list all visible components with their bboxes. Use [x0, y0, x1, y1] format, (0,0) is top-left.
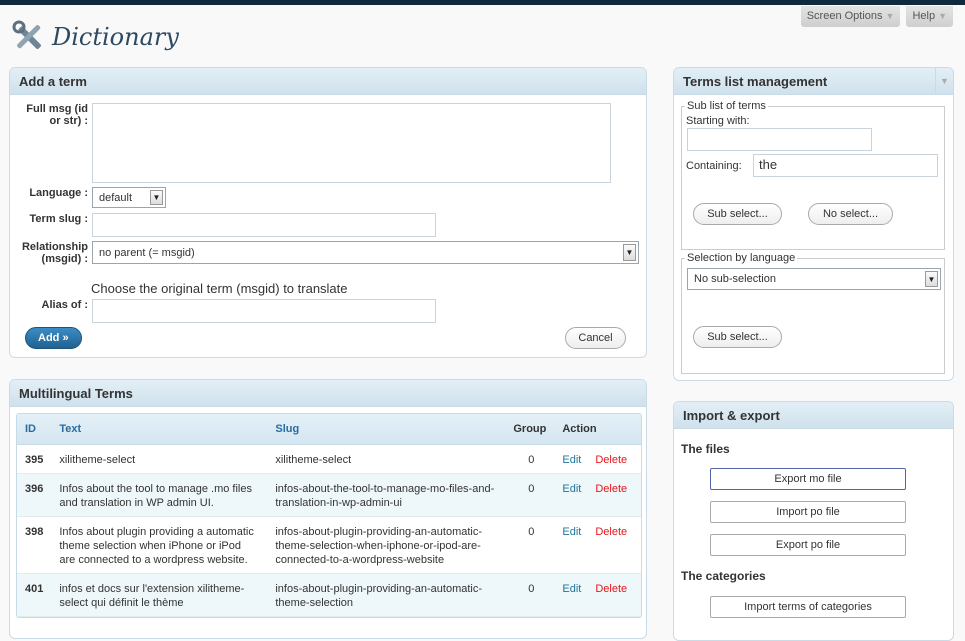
table-row: 398 Infos about plugin providing a autom…	[17, 516, 641, 574]
alias-of-input[interactable]	[92, 299, 436, 323]
relationship-hint: Choose the original term (msgid) to tran…	[91, 281, 348, 296]
chevron-down-icon: ▼	[938, 11, 947, 21]
table-header-row: ID Text Slug Group Action	[17, 414, 641, 445]
chevron-down-icon: ▼	[623, 244, 636, 261]
terms-table: ID Text Slug Group Action 395 xilitheme-…	[17, 414, 641, 617]
screen-options-button[interactable]: Screen Options ▼	[800, 6, 901, 27]
row-text: xilitheme-select	[51, 444, 268, 474]
selection-by-language-fieldset: Selection by language No sub-selection ▼…	[681, 252, 945, 374]
row-actions: Edit Delete	[554, 516, 641, 574]
row-group: 0	[505, 516, 555, 574]
import-categories-button[interactable]: Import terms of categories	[710, 596, 906, 618]
table-row: 396 Infos about the tool to manage .mo f…	[17, 473, 641, 517]
language-subselect[interactable]: No sub-selection ▼	[687, 268, 941, 290]
col-slug[interactable]: Slug	[267, 414, 506, 445]
categories-heading: The categories	[681, 569, 766, 583]
table-row: 395 xilitheme-select xilitheme-select 0 …	[17, 444, 641, 474]
row-text: Infos about the tool to manage .mo files…	[51, 473, 268, 517]
row-actions: Edit Delete	[554, 573, 641, 617]
col-group: Group	[505, 414, 555, 445]
multilingual-terms-title: Multilingual Terms	[10, 380, 646, 407]
sub-select-language-button[interactable]: Sub select...	[693, 326, 782, 348]
col-text[interactable]: Text	[51, 414, 268, 445]
no-select-button[interactable]: No select...	[808, 203, 893, 225]
import-export-title: Import & export	[674, 402, 953, 429]
add-term-title: Add a term	[10, 68, 646, 95]
terms-table-wrap: ID Text Slug Group Action 395 xilitheme-…	[16, 413, 642, 618]
row-slug: xilitheme-select	[267, 444, 506, 474]
language-select-value: default	[99, 191, 133, 204]
delete-link[interactable]: Delete	[595, 526, 627, 538]
files-heading: The files	[681, 442, 730, 456]
row-slug: infos-about-plugin-providing-an-automati…	[267, 573, 506, 617]
admin-top-bar	[0, 0, 965, 5]
page-header: Dictionary	[12, 20, 179, 54]
language-subselect-value: No sub-selection	[694, 273, 776, 285]
delete-link[interactable]: Delete	[595, 454, 627, 466]
page-title: Dictionary	[52, 23, 179, 51]
row-id: 396	[17, 473, 52, 517]
term-slug-label: Term slug :	[29, 213, 88, 225]
sub-list-fieldset: Sub list of terms Starting with: Contain…	[681, 100, 945, 250]
edit-link[interactable]: Edit	[562, 583, 581, 595]
row-id: 398	[17, 516, 52, 574]
edit-link[interactable]: Edit	[562, 526, 581, 538]
row-id: 395	[17, 444, 52, 474]
import-po-button[interactable]: Import po file	[710, 501, 906, 523]
relationship-select-value: no parent (= msgid)	[99, 246, 195, 259]
row-text: Infos about plugin providing a automatic…	[51, 516, 268, 574]
export-po-button[interactable]: Export po file	[710, 534, 906, 556]
term-slug-input[interactable]	[92, 213, 436, 237]
help-button[interactable]: Help ▼	[906, 6, 953, 27]
col-id[interactable]: ID	[17, 414, 52, 445]
chevron-down-icon: ▼	[925, 271, 938, 287]
edit-link[interactable]: Edit	[562, 454, 581, 466]
row-slug: infos-about-plugin-providing-an-automati…	[267, 516, 506, 574]
containing-input[interactable]: the	[753, 154, 938, 177]
edit-link[interactable]: Edit	[562, 483, 581, 495]
chevron-down-icon: ▼	[150, 190, 163, 205]
toggle-arrow-icon[interactable]: ▼	[935, 68, 953, 95]
row-slug: infos-about-the-tool-to-manage-mo-files-…	[267, 473, 506, 517]
row-text: infos et docs sur l'extension xilitheme-…	[51, 573, 268, 617]
chevron-down-icon: ▼	[885, 11, 895, 21]
relationship-label: Relationship (msgid) :	[21, 241, 88, 265]
export-mo-button[interactable]: Export mo file	[710, 468, 906, 490]
delete-link[interactable]: Delete	[595, 483, 627, 495]
add-term-box: Add a term Full msg (id or str) : Langua…	[9, 67, 647, 358]
starting-with-label: Starting with:	[686, 115, 750, 127]
row-id: 401	[17, 573, 52, 617]
sub-select-button[interactable]: Sub select...	[693, 203, 782, 225]
sub-list-legend: Sub list of terms	[685, 100, 768, 112]
language-label: Language :	[29, 187, 88, 199]
row-actions: Edit Delete	[554, 473, 641, 517]
starting-with-input[interactable]	[687, 128, 872, 151]
multilingual-terms-box: Multilingual Terms ID Text Slug Group Ac…	[9, 379, 647, 639]
table-row: 401 infos et docs sur l'extension xilith…	[17, 573, 641, 617]
row-group: 0	[505, 573, 555, 617]
containing-label: Containing:	[686, 160, 742, 172]
relationship-select[interactable]: no parent (= msgid) ▼	[92, 241, 639, 264]
cancel-button[interactable]: Cancel	[565, 327, 626, 349]
full-msg-textarea[interactable]	[92, 103, 611, 183]
import-export-box: Import & export The files Export mo file…	[673, 401, 954, 641]
language-select[interactable]: default ▼	[92, 187, 166, 208]
delete-link[interactable]: Delete	[595, 583, 627, 595]
col-action: Action	[554, 414, 641, 445]
full-msg-label: Full msg (id or str) :	[26, 103, 88, 127]
alias-of-label: Alias of :	[41, 299, 88, 311]
row-group: 0	[505, 444, 555, 474]
terms-list-management-box: Terms list management ▼ Sub list of term…	[673, 67, 954, 381]
selection-by-language-legend: Selection by language	[685, 252, 798, 264]
row-actions: Edit Delete	[554, 444, 641, 474]
tools-icon	[12, 20, 41, 49]
add-term-button[interactable]: Add »	[25, 327, 82, 349]
screen-meta-links: Screen Options ▼ Help ▼	[800, 6, 953, 27]
terms-list-title: Terms list management ▼	[674, 68, 953, 95]
row-group: 0	[505, 473, 555, 517]
